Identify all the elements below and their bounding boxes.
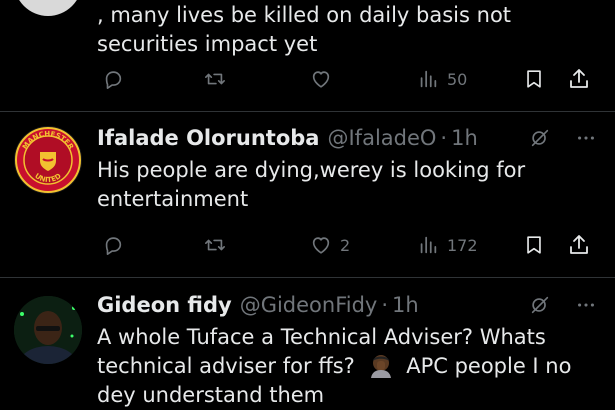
grok-icon[interactable] bbox=[529, 127, 551, 149]
user-handle[interactable]: @GideonFidy bbox=[240, 293, 378, 317]
tweet[interactable]: Gideon fidy @GideonFidy · 1h A whole Tuf… bbox=[0, 278, 615, 410]
tweet-actions: 50 bbox=[97, 64, 597, 94]
reply-button[interactable] bbox=[102, 230, 132, 260]
manchester-united-crest: MANCHESTER UNITED bbox=[15, 127, 81, 193]
tweet-text: His people are dying,werey is looking fo… bbox=[97, 158, 526, 211]
like-icon bbox=[312, 71, 330, 88]
tweet-header: Ifalade Oloruntoba @IfaladeO · 1h bbox=[97, 123, 597, 153]
tweet[interactable]: , many lives be killed on daily basis no… bbox=[0, 0, 615, 112]
separator: · bbox=[381, 293, 389, 317]
like-button[interactable] bbox=[310, 64, 340, 94]
tweet-header: Gideon fidy @GideonFidy · 1h bbox=[97, 290, 597, 320]
tweet-text: A whole Tuface a Technical Adviser? What… bbox=[97, 323, 577, 410]
bookmark-icon bbox=[527, 70, 541, 88]
facepalm-emoji-icon bbox=[370, 355, 391, 378]
timeline-feed: , many lives be killed on daily basis no… bbox=[0, 0, 615, 410]
like-button[interactable]: 2 bbox=[310, 230, 350, 260]
repost-icon bbox=[205, 73, 225, 85]
views-button[interactable]: 50 bbox=[417, 64, 467, 94]
share-icon bbox=[570, 235, 588, 254]
views-icon bbox=[420, 70, 437, 88]
repost-button[interactable] bbox=[203, 64, 235, 94]
timestamp[interactable]: 1h bbox=[392, 293, 419, 317]
bookmark-button[interactable] bbox=[523, 230, 545, 260]
profile-photo bbox=[14, 296, 82, 364]
avatar[interactable]: MANCHESTER UNITED bbox=[14, 126, 82, 194]
views-icon bbox=[420, 236, 437, 254]
more-icon[interactable] bbox=[575, 294, 597, 316]
tweet-text: , many lives be killed on daily basis no… bbox=[97, 3, 512, 56]
avatar[interactable] bbox=[14, 0, 82, 16]
share-button[interactable] bbox=[567, 64, 591, 94]
like-count: 2 bbox=[340, 235, 351, 255]
like-icon bbox=[312, 237, 330, 254]
display-name[interactable]: Gideon fidy bbox=[97, 293, 232, 317]
repost-button[interactable] bbox=[203, 230, 235, 260]
separator: · bbox=[440, 126, 448, 150]
timestamp[interactable]: 1h bbox=[451, 126, 478, 150]
bookmark-button[interactable] bbox=[523, 64, 545, 94]
view-count: 50 bbox=[447, 69, 468, 89]
grok-icon[interactable] bbox=[529, 294, 551, 316]
avatar[interactable] bbox=[14, 296, 82, 364]
view-count: 172 bbox=[447, 235, 478, 255]
repost-icon bbox=[205, 239, 225, 251]
display-name[interactable]: Ifalade Oloruntoba bbox=[97, 126, 319, 150]
share-icon bbox=[570, 69, 588, 88]
user-handle[interactable]: @IfaladeO bbox=[327, 126, 436, 150]
more-icon[interactable] bbox=[575, 127, 597, 149]
share-button[interactable] bbox=[567, 230, 591, 260]
reply-icon bbox=[105, 237, 122, 255]
views-button[interactable]: 172 bbox=[417, 230, 478, 260]
tweet-actions: 2 172 bbox=[97, 230, 597, 260]
reply-icon bbox=[105, 71, 122, 89]
tweet[interactable]: MANCHESTER UNITED Ifalade Oloruntoba @If… bbox=[0, 112, 615, 278]
bookmark-icon bbox=[527, 236, 541, 254]
reply-button[interactable] bbox=[102, 64, 132, 94]
